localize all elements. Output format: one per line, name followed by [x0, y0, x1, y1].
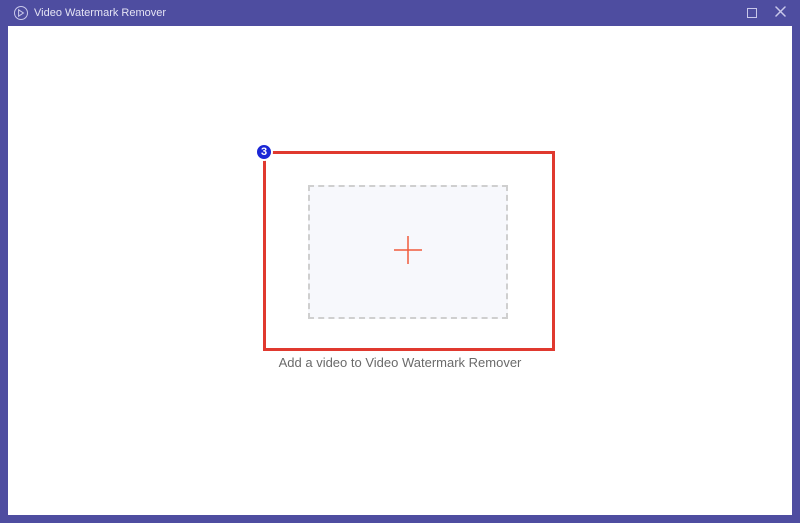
window-title: Video Watermark Remover — [34, 7, 166, 19]
drop-caption: Add a video to Video Watermark Remover — [8, 355, 792, 370]
app-logo-icon — [14, 6, 28, 20]
video-drop-zone[interactable] — [308, 185, 508, 319]
close-icon — [775, 4, 786, 22]
minimize-button[interactable] — [747, 8, 757, 18]
window-controls — [747, 4, 786, 22]
main-content: 3 Add a video to Video Watermark Remover — [8, 26, 792, 511]
titlebar-left: Video Watermark Remover — [14, 6, 166, 20]
titlebar: Video Watermark Remover — [8, 4, 792, 26]
app-window: Video Watermark Remover 3 Add a v — [0, 0, 800, 523]
tutorial-step-badge: 3 — [255, 143, 273, 161]
close-button[interactable] — [775, 4, 786, 22]
plus-icon — [390, 232, 426, 273]
square-icon — [747, 8, 757, 18]
